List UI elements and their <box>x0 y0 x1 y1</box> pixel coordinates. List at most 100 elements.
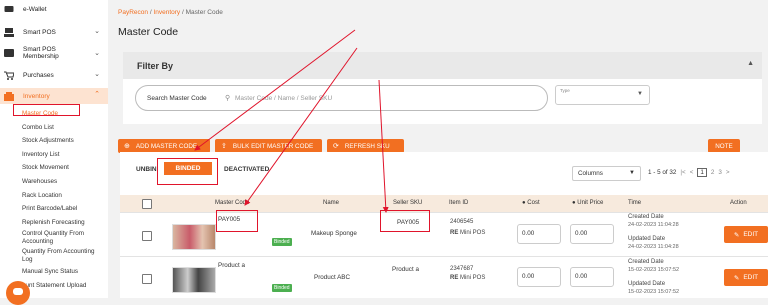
product-image <box>172 224 216 250</box>
sidebar-sub-manual-sync[interactable]: Manual Sync Status <box>0 265 108 279</box>
breadcrumb-payrecon[interactable]: PayRecon <box>118 9 148 16</box>
edit-button[interactable]: ✎ EDIT <box>724 226 768 243</box>
th-name: Name <box>323 200 340 206</box>
store-logo-icon: RE <box>450 275 459 281</box>
first-page-icon[interactable]: |< <box>680 169 685 176</box>
breadcrumb-inventory[interactable]: Inventory <box>153 9 180 16</box>
upload-icon: ⇪ <box>221 143 227 150</box>
add-master-code-button[interactable]: ⊕ ADD MASTER CODE <box>118 139 210 153</box>
search-master-code-field[interactable]: Search Master Code ⚲ Master Code / Name … <box>135 85 548 111</box>
sidebar-sub-replenish-forecasting[interactable]: Replenish Forecasting <box>0 216 108 230</box>
sidebar-item-ewallet[interactable]: e-Wallet <box>0 2 108 16</box>
page-3[interactable]: 3 <box>718 169 722 176</box>
sidebar-sub-stock-movement[interactable]: Stock Movement <box>0 161 108 175</box>
pagination: 1 - 5 of 32 |< < 1 2 3 > <box>648 168 730 177</box>
chevron-up-icon[interactable]: ▲ <box>747 60 754 67</box>
th-seller-sku: Seller SKU <box>393 200 423 206</box>
breadcrumb: PayRecon / Inventory / Master Code <box>118 9 223 16</box>
refresh-sku-button[interactable]: ⟳ REFRESH SKU <box>327 139 404 153</box>
prev-page-icon[interactable]: < <box>690 169 694 176</box>
updated-label: Updated Date <box>628 236 666 242</box>
th-master-code: Master Code <box>215 200 250 206</box>
updated-date: 24-02-2023 11:04:28 <box>628 244 679 250</box>
sidebar-item-smart-pos-membership[interactable]: Smart POS Membership ⌄ <box>0 43 108 63</box>
master-code-value[interactable]: Product a <box>218 262 245 269</box>
th-item-id: Item ID <box>449 200 469 206</box>
page-1[interactable]: 1 <box>697 168 707 177</box>
tab-unbinded[interactable]: UNBINDED <box>136 166 158 173</box>
seller-sku-value: Product a <box>392 266 419 273</box>
row-checkbox[interactable] <box>142 231 152 241</box>
refresh-icon: ⟳ <box>333 143 339 150</box>
search-icon: ⚲ <box>225 95 231 102</box>
master-code-card: UNBINDED BINDED DEACTIVATED Columns ▼ 1 … <box>120 152 768 298</box>
sidebar-sub-stock-adjustments[interactable]: Stock Adjustments <box>0 134 108 148</box>
created-label: Created Date <box>628 214 664 220</box>
unit-price-input[interactable]: 0.00 <box>570 224 614 244</box>
chevron-down-icon: ⌄ <box>94 28 100 35</box>
chat-button[interactable] <box>6 281 30 305</box>
dropdown-arrow-icon: ▼ <box>629 170 635 176</box>
note-button[interactable]: NOTE <box>708 139 740 153</box>
annotation-box-master-code-value <box>216 210 258 232</box>
row-checkbox[interactable] <box>142 274 152 284</box>
sidebar-sub-inventory-list[interactable]: Inventory List <box>0 148 108 162</box>
edit-button[interactable]: ✎ EDIT <box>724 269 768 286</box>
wallet-icon <box>4 5 14 14</box>
annotation-box-binded <box>157 158 218 185</box>
select-all-checkbox[interactable] <box>142 199 152 209</box>
sidebar-item-smart-pos[interactable]: Smart POS ⌄ <box>0 25 108 39</box>
th-cost: ● Cost <box>522 200 540 206</box>
tab-deactivated[interactable]: DEACTIVATED <box>224 166 269 173</box>
pos-icon <box>4 27 14 37</box>
sidebar-item-inventory[interactable]: Inventory ⌃ <box>0 88 108 104</box>
dropdown-arrow-icon: ▼ <box>637 91 643 97</box>
main-content: PayRecon / Inventory / Master Code Maste… <box>108 0 768 298</box>
product-name: Product ABC <box>314 274 351 281</box>
created-date: 15-02-2023 15:07:52 <box>628 267 680 273</box>
search-input[interactable]: Master Code / Name / Seller SKU <box>235 95 332 102</box>
sidebar-sub-control-quantity[interactable]: Control Quantity From Accounting <box>0 229 102 247</box>
product-image <box>172 267 216 293</box>
membership-icon <box>4 49 14 58</box>
cart-icon <box>4 71 14 80</box>
item-id: 2347687 <box>450 266 474 272</box>
unit-price-input[interactable]: 0.00 <box>570 267 614 287</box>
sidebar-sub-print-barcode[interactable]: Print Barcode/Label <box>0 202 108 216</box>
filter-panel: Filter By ▲ Search Master Code ⚲ Master … <box>123 52 762 124</box>
filter-header[interactable]: Filter By ▲ <box>123 52 762 79</box>
type-select[interactable]: Type ▼ <box>555 85 650 105</box>
sidebar-sub-combo-list[interactable]: Combo List <box>0 121 108 135</box>
created-date: 24-02-2023 11:04:28 <box>628 222 679 228</box>
status-badge: Binded <box>272 284 292 292</box>
item-store: RE Mini POS <box>450 230 486 236</box>
th-unit-price: ● Unit Price <box>572 200 604 206</box>
sidebar-sub-quantity-log[interactable]: Quantity From Accounting Log <box>0 247 102 265</box>
table-row: PAY005 Binded Makeup Sponge PAY005 24065… <box>120 210 768 257</box>
chevron-down-icon: ⌄ <box>94 71 100 78</box>
next-page-icon[interactable]: > <box>726 169 730 176</box>
sidebar-item-purchases[interactable]: Purchases ⌄ <box>0 68 108 82</box>
store-logo-icon: RE <box>450 230 459 236</box>
item-id: 2406545 <box>450 219 474 225</box>
breadcrumb-current: Master Code <box>185 9 223 16</box>
cost-input[interactable]: 0.00 <box>517 224 561 244</box>
info-icon: ● <box>572 200 576 206</box>
item-store: RE Mini POS <box>450 275 486 281</box>
created-label: Created Date <box>628 259 664 265</box>
bulk-edit-master-code-button[interactable]: ⇪ BULK EDIT MASTER CODE <box>215 139 322 153</box>
th-time: Time <box>628 200 642 206</box>
annotation-box-master-code <box>13 104 80 116</box>
sidebar-sub-rack-location[interactable]: Rack Location <box>0 189 108 203</box>
edit-icon: ✎ <box>733 274 740 282</box>
sidebar-sub-warehouses[interactable]: Warehouses <box>0 175 108 189</box>
chevron-down-icon: ⌄ <box>94 50 100 57</box>
updated-date: 15-02-2023 15:07:52 <box>628 289 680 295</box>
page-title: Master Code <box>118 26 179 38</box>
plus-icon: ⊕ <box>124 143 130 150</box>
table-row: Product a Binded Product ABC Product a 2… <box>120 256 768 299</box>
page-2[interactable]: 2 <box>711 169 715 176</box>
inventory-icon <box>4 91 14 101</box>
cost-input[interactable]: 0.00 <box>517 267 561 287</box>
columns-select[interactable]: Columns ▼ <box>572 166 641 181</box>
